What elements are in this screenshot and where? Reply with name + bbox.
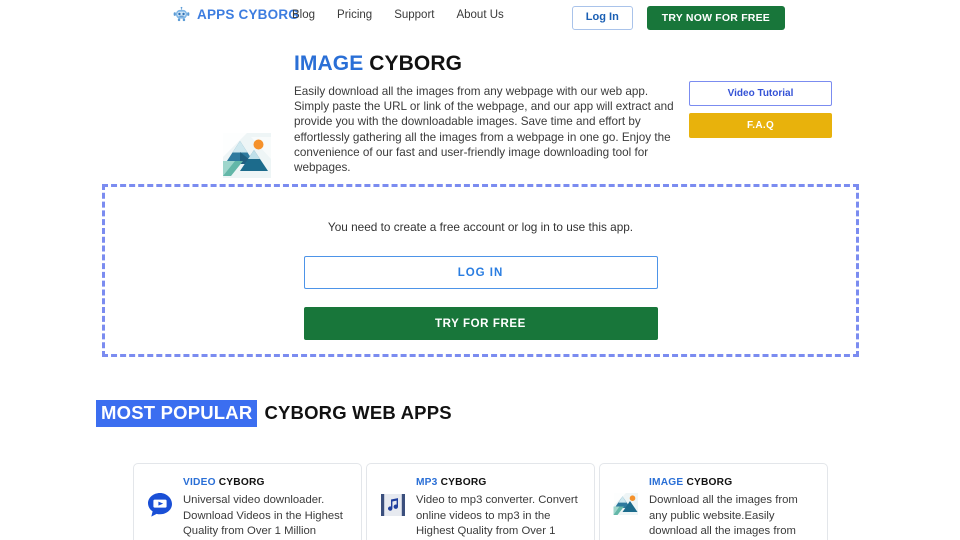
page-title-rest: CYBORG [369,52,463,75]
nav-item-pricing[interactable]: Pricing [337,9,372,21]
brand-name: APPS CYBORG [197,7,299,22]
hero-section: IMAGE CYBORG Easily download all the ima… [0,52,960,178]
login-required-message: You need to create a free account or log… [327,220,634,234]
page-title: IMAGE CYBORG [294,52,676,76]
login-button-top[interactable]: Log In [571,6,633,30]
faq-button[interactable]: F.A.Q [689,113,832,138]
app-card-title-rest: CYBORG [440,477,487,488]
nav-links: Blog Pricing Support About Us [292,9,504,21]
video-chat-play-icon [146,491,174,519]
app-card-title: MP3 CYBORG [416,477,582,488]
try-now-for-free-button[interactable]: TRY NOW FOR FREE [646,6,785,30]
nav-item-support[interactable]: Support [394,9,434,21]
log-in-button[interactable]: LOG IN [303,256,658,289]
hero-side-actions: Video Tutorial F.A.Q [689,81,832,138]
app-card-title: VIDEO CYBORG [183,477,349,488]
nav-actions: Log In TRY NOW FOR FREE [571,6,785,30]
video-tutorial-button[interactable]: Video Tutorial [689,81,832,106]
app-card-title: IMAGE CYBORG [649,477,815,488]
app-card-image-cyborg[interactable]: IMAGE CYBORG Download all the images fro… [599,463,828,540]
robot-icon [172,5,191,24]
app-card-body: IMAGE CYBORG Download all the images fro… [649,477,815,540]
hero-body: IMAGE CYBORG Easily download all the ima… [294,52,676,175]
music-note-icon [379,491,407,519]
image-mountain-icon [612,491,640,519]
app-card-description: Download all the images from any public … [649,494,798,537]
app-card-video-cyborg[interactable]: VIDEO CYBORG Universal video downloader.… [133,463,362,540]
try-for-free-button[interactable]: TRY FOR FREE [303,307,658,340]
page-title-accent: IMAGE [294,52,364,75]
most-popular-pill: MOST POPULAR [96,400,258,427]
app-card-body: MP3 CYBORG Video to mp3 converter. Conve… [416,477,582,540]
top-navbar: APPS CYBORG Blog Pricing Support About U… [0,0,960,32]
hero-description: Easily download all the images from any … [294,85,674,175]
app-card-title-accent: VIDEO [183,477,216,488]
app-card-description: Universal video downloader. Download Vid… [183,494,343,537]
app-card-title-rest: CYBORG [218,477,265,488]
app-card-mp3-cyborg[interactable]: MP3 CYBORG Video to mp3 converter. Conve… [366,463,595,540]
app-card-title-rest: CYBORG [686,477,733,488]
app-card-body: VIDEO CYBORG Universal video downloader.… [183,477,349,540]
brand-logo[interactable]: APPS CYBORG [172,5,299,24]
nav-item-about-us[interactable]: About Us [456,9,503,21]
app-login-panel: You need to create a free account or log… [102,184,859,357]
nav-item-blog[interactable]: Blog [292,9,315,21]
app-card-title-accent: MP3 [416,477,438,488]
page-root: APPS CYBORG Blog Pricing Support About U… [0,0,960,540]
most-popular-subtitle: CYBORG WEB APPS [264,402,452,423]
app-card-title-accent: IMAGE [649,477,684,488]
popular-apps-list: VIDEO CYBORG Universal video downloader.… [133,463,833,540]
most-popular-heading: MOST POPULAR CYBORG WEB APPS [96,400,452,427]
app-card-description: Video to mp3 converter. Convert online v… [416,494,578,537]
